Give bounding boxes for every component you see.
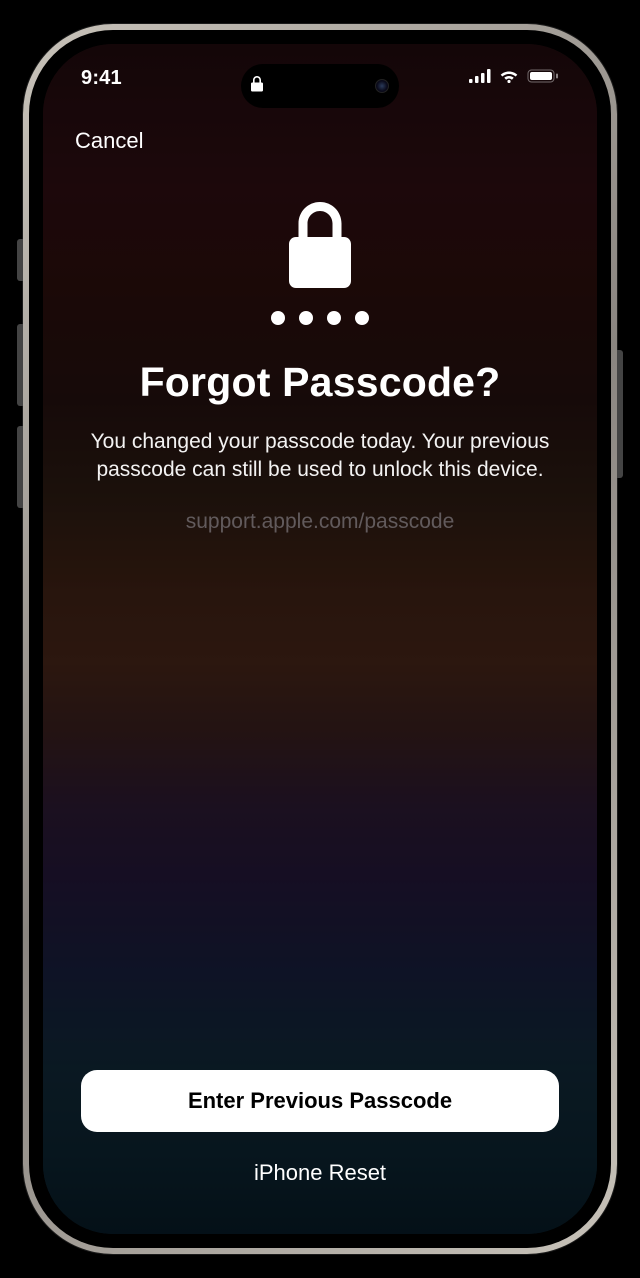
silence-switch [17, 239, 23, 281]
device-frame: 9:41 [23, 24, 617, 1254]
passcode-dot [299, 311, 313, 325]
page-subtitle: You changed your passcode today. Your pr… [90, 428, 550, 484]
wifi-icon [499, 69, 519, 88]
navigation-bar: Cancel [75, 102, 565, 154]
content-area: Cancel [43, 102, 597, 1234]
status-indicators [469, 69, 559, 88]
lock-illustration [271, 202, 369, 325]
battery-icon [527, 69, 559, 88]
side-button [617, 350, 623, 478]
volume-down-button [17, 426, 23, 508]
main-content: Forgot Passcode? You changed your passco… [75, 202, 565, 534]
page-title: Forgot Passcode? [140, 359, 501, 406]
spacer [75, 534, 565, 1070]
passcode-dots [271, 311, 369, 325]
passcode-dot [271, 311, 285, 325]
cellular-icon [469, 69, 491, 88]
device-bezel: 9:41 [29, 30, 611, 1248]
dynamic-island [241, 64, 399, 108]
iphone-reset-button[interactable]: iPhone Reset [254, 1160, 386, 1186]
support-link: support.apple.com/passcode [186, 510, 455, 534]
cancel-button[interactable]: Cancel [75, 128, 143, 154]
screen: 9:41 [43, 44, 597, 1234]
passcode-dot [327, 311, 341, 325]
passcode-dot [355, 311, 369, 325]
lock-icon [251, 76, 263, 97]
enter-previous-passcode-button[interactable]: Enter Previous Passcode [81, 1070, 559, 1132]
front-camera [375, 79, 389, 93]
large-lock-icon [289, 202, 351, 293]
volume-up-button [17, 324, 23, 406]
action-buttons: Enter Previous Passcode iPhone Reset [75, 1070, 565, 1186]
status-time: 9:41 [81, 67, 122, 90]
